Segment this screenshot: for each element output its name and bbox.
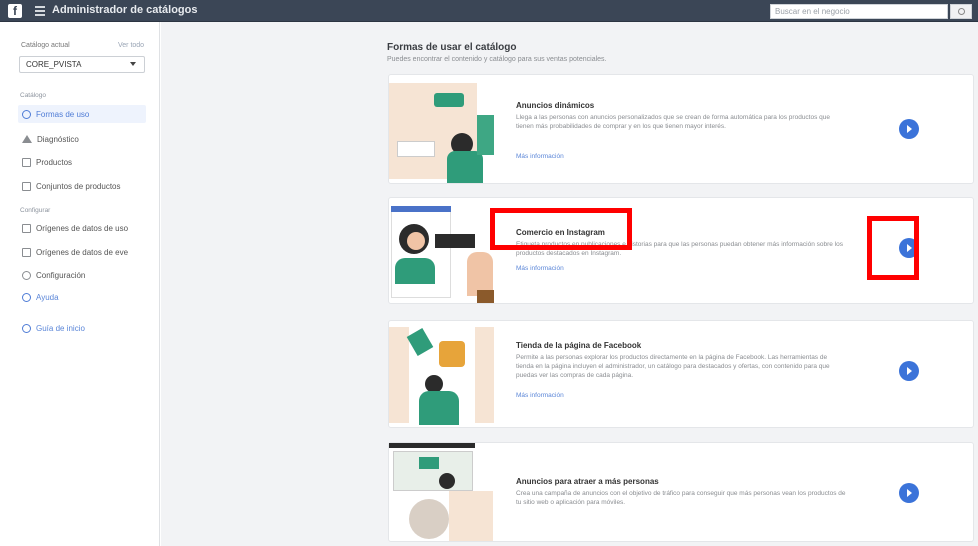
chevron-down-icon: [130, 62, 136, 66]
card-description: Crea una campaña de anuncios con el obje…: [516, 490, 846, 506]
sidebar-guide-link[interactable]: Guía de inicio: [18, 319, 146, 337]
top-bar: f Administrador de catálogos Buscar en e…: [0, 0, 978, 22]
section-label-catalog: Catálogo: [20, 92, 47, 99]
sidebar-item-label: Diagnóstico: [37, 134, 79, 144]
sidebar-item-label: Formas de uso: [36, 109, 90, 119]
arrow-right-icon[interactable]: [899, 119, 919, 139]
highlight-box-button: [867, 216, 919, 280]
reach-more-illustration: [389, 443, 494, 541]
sidebar-item-label: Guía de inicio: [36, 323, 85, 333]
gear-icon: [22, 270, 31, 280]
section-label-config: Configurar: [20, 207, 51, 214]
catalog-select-value: CORE_PVISTA: [26, 60, 82, 69]
card-title: Anuncios para atraer a más personas: [516, 477, 659, 486]
usage-icon: [22, 109, 31, 119]
sidebar-item-data-sources[interactable]: Orígenes de datos de uso: [18, 219, 146, 237]
menu-icon[interactable]: [35, 6, 45, 16]
sidebar-item-settings[interactable]: Configuración: [18, 266, 146, 284]
page-title: Formas de usar el catálogo: [387, 42, 517, 53]
app-title: Administrador de catálogos: [52, 4, 198, 16]
sidebar-item-product-sets[interactable]: Conjuntos de productos: [18, 177, 146, 195]
learn-more-link[interactable]: Más información: [516, 153, 564, 160]
search-input[interactable]: Buscar en el negocio: [770, 4, 948, 19]
facebook-logo[interactable]: f: [8, 4, 22, 18]
card-title: Tienda de la página de Facebook: [516, 341, 642, 350]
card-dynamic-ads[interactable]: Anuncios dinámicos Llega a las personas …: [388, 74, 974, 184]
page-subtitle: Puedes encontrar el contenido y catálogo…: [387, 56, 607, 63]
sidebar-item-label: Conjuntos de productos: [36, 181, 121, 191]
calendar-icon: [22, 247, 31, 257]
sidebar-item-label: Orígenes de datos de eve: [36, 247, 129, 257]
learn-more-link[interactable]: Más información: [516, 392, 564, 399]
sidebar-item-label: Productos: [36, 157, 73, 167]
main-content: Formas de usar el catálogo Puedes encont…: [161, 22, 978, 546]
arrow-right-icon[interactable]: [899, 361, 919, 381]
upload-icon: [22, 223, 31, 233]
sidebar-item-label: Configuración: [36, 270, 86, 280]
logo-letter: f: [13, 4, 17, 18]
guide-icon: [22, 323, 31, 333]
dynamic-ads-illustration: [389, 75, 494, 183]
tag-icon: [22, 157, 31, 167]
sidebar: Catálogo actual Ver todo CORE_PVISTA Cat…: [0, 22, 160, 546]
card-facebook-shop[interactable]: Tienda de la página de Facebook Permite …: [388, 320, 974, 428]
sidebar-item-label: Ayuda: [36, 292, 59, 302]
card-reach-more-people[interactable]: Anuncios para atraer a más personas Crea…: [388, 442, 974, 542]
catalog-label: Catálogo actual: [21, 42, 70, 49]
see-all-link[interactable]: Ver todo: [118, 42, 144, 49]
help-icon: [22, 292, 31, 302]
sidebar-item-help[interactable]: Ayuda: [18, 288, 146, 306]
card-title: Anuncios dinámicos: [516, 101, 595, 110]
facebook-shop-illustration: [389, 321, 494, 427]
instagram-shopping-illustration: [389, 198, 494, 303]
sidebar-item-event-sources[interactable]: Orígenes de datos de eve: [18, 243, 146, 261]
search-button[interactable]: [950, 4, 972, 19]
sidebar-item-products[interactable]: Productos: [18, 153, 146, 171]
warning-icon: [22, 135, 32, 143]
arrow-right-icon[interactable]: [899, 483, 919, 503]
sidebar-item-label: Orígenes de datos de uso: [36, 223, 129, 233]
card-description: Llega a las personas con anuncios person…: [516, 114, 831, 130]
highlight-box-title: [490, 208, 632, 250]
sidebar-item-usage[interactable]: Formas de uso: [18, 105, 146, 123]
catalog-select[interactable]: CORE_PVISTA: [19, 56, 145, 73]
learn-more-link[interactable]: Más información: [516, 265, 564, 272]
grid-icon: [22, 181, 31, 191]
sidebar-item-diagnostics[interactable]: Diagnóstico: [18, 130, 146, 148]
card-description: Permite a las personas explorar los prod…: [516, 354, 830, 379]
